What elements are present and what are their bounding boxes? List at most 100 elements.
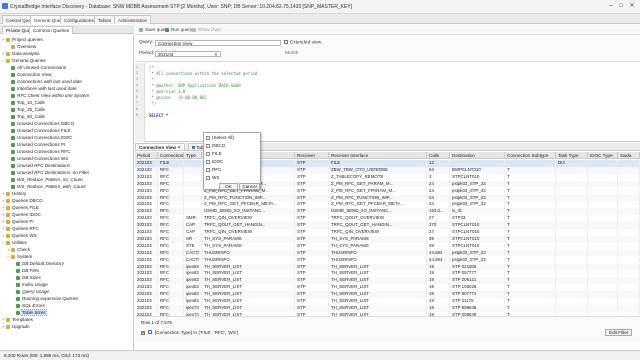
- tree-item[interactable]: All Unused Connections: [7, 65, 66, 72]
- query-field[interactable]: Connection View: [155, 40, 281, 46]
- table-row[interactable]: 202103 RFC USMD_SEND_IIO_INSTANC... STP USMD…: [135, 208, 640, 216]
- column-header[interactable]: Period: [135, 152, 158, 159]
- tree-item[interactable]: − Utilities: [2, 240, 27, 247]
- column-header[interactable]: Connection Type: [158, 152, 184, 159]
- tree-item[interactable]: WS_Reduce_Pattern_no_Count: [7, 177, 83, 184]
- maximize-icon[interactable]: □: [617, 3, 625, 10]
- save-query-button[interactable]: Save query: [139, 27, 168, 32]
- table-cell: [588, 215, 618, 222]
- tree-item[interactable]: Unused Connections WS: [7, 156, 68, 163]
- chevron-down-icon[interactable]: ▼: [214, 52, 218, 57]
- tree-item[interactable]: + Queries RFC: [2, 226, 39, 233]
- tree-item[interactable]: WS_Reduce_Pattern_with_Count: [7, 184, 86, 191]
- table-row[interactable]: 202103 RFC SR TH_SYS_PARAMS STP TH_SYS_PARAMS…: [135, 235, 640, 243]
- tree-item[interactable]: − System: [7, 254, 32, 261]
- tree-item[interactable]: Unused Connections IDOC: [7, 135, 72, 142]
- tree-item[interactable]: + Queries DBCO: [2, 198, 43, 205]
- tree-item[interactable]: Running expensive Queries: [12, 296, 78, 303]
- sql-editor[interactable]: 123456789 /* * All connections within th…: [135, 63, 640, 142]
- tree-item[interactable]: Unused RFC Destinations: [7, 163, 70, 170]
- tree-item[interactable]: DB Files: [12, 268, 39, 275]
- column-header[interactable]: Task Type: [556, 152, 588, 159]
- tree-item[interactable]: Connection View: [7, 72, 51, 79]
- filter-option[interactable]: DBCO: [206, 142, 225, 149]
- filter-option[interactable]: WS: [206, 174, 219, 181]
- tree-item[interactable]: Connections with last used date: [7, 79, 82, 86]
- tree-item[interactable]: + Data analysis: [2, 51, 40, 58]
- filter-option[interactable]: FILE: [206, 150, 222, 157]
- tab-connection-view[interactable]: Connection View ✕: [135, 143, 186, 151]
- tree-item[interactable]: Unused Connections DBCO: [7, 121, 74, 128]
- show-chart-button[interactable]: Show chart: [192, 27, 221, 32]
- tree-item[interactable]: Unused RFC Destinations: no Filter: [7, 170, 89, 177]
- filter-clear-icon[interactable]: ✕: [141, 331, 145, 335]
- tree-item[interactable]: Table Sizes: [12, 309, 47, 317]
- extended-view-checkbox[interactable]: Extended view: [284, 40, 321, 45]
- table-row[interactable]: 202103 RFC Z_PM_RFC_FUNCTION_IMP... STP Z_PM…: [135, 194, 640, 202]
- filter-ok-button[interactable]: OK: [219, 183, 238, 190]
- tree-item[interactable]: + Queries IDOC: [2, 212, 41, 219]
- filter-cancel-button[interactable]: Cancel: [239, 183, 260, 190]
- table-row[interactable]: 202103 RFC ipex82 TH_SERVER_LIST STP TH_SERVE…: [135, 270, 640, 278]
- period-select[interactable]: 202103: [155, 51, 221, 57]
- column-header[interactable]: Receiver Interface: [329, 152, 427, 159]
- table-row[interactable]: 202103 RFC ipex82 TH_SERVER_LIST STP TH_SERVE…: [135, 291, 640, 298]
- minimize-icon[interactable]: –: [607, 3, 615, 10]
- table-row[interactable]: 202103RFCipex70TH_SERVER_LISTSTPTH_SERVE…: [135, 304, 640, 312]
- tree-item[interactable]: + Project queries: [2, 37, 43, 44]
- tree-item[interactable]: Top_25_Calls: [7, 107, 45, 114]
- tree-item[interactable]: Top_50_Calls: [7, 114, 45, 121]
- filter-enabled-checkbox[interactable]: [148, 330, 152, 334]
- tree-item[interactable]: Unused Connections PI: [7, 142, 65, 149]
- tree-item[interactable]: Index Usage: [12, 282, 48, 289]
- table-row[interactable]: 202103 RFC Z_PM_RFC_GET_PFCBAR_META... STP Z…: [135, 201, 640, 209]
- tree-item[interactable]: Top_10_Calls: [7, 100, 45, 107]
- column-header[interactable]: Receiver: [295, 152, 329, 159]
- tree-item[interactable]: + Check: [7, 247, 30, 254]
- column-header[interactable]: Swda: [618, 152, 640, 159]
- tree-item[interactable]: DB Sizes: [12, 275, 41, 282]
- table-row[interactable]: 202103 RFC ipex82 TH_SERVER_LIST STP TH_SERVE…: [135, 298, 640, 305]
- table-row[interactable]: 202103 RFC ipex82 TH_SERVER_LIST STP TH_SERVE…: [135, 263, 640, 271]
- tree-item[interactable]: + Queries PI: [2, 219, 34, 226]
- tree-item[interactable]: Interfaces with last used date: [7, 86, 77, 93]
- run-query-button[interactable]: Run query: [165, 27, 192, 32]
- tree-item[interactable]: + History: [2, 191, 26, 198]
- table-row[interactable]: 202103 RFC ipex82 TH_SERVER_LIST STP TH_SERVE…: [135, 277, 640, 285]
- run-query-label: Run query: [171, 27, 193, 32]
- table-row[interactable]: 202103 RFC CACTI THUSRINFO STP THUSRINFO 44,58…: [135, 256, 640, 264]
- tree-item[interactable]: Overview: [7, 44, 36, 51]
- tree-item[interactable]: SQL Errors: [12, 303, 45, 310]
- edit-filter-button[interactable]: Edit Filter: [605, 329, 633, 336]
- column-header[interactable]: Connection Subtype: [505, 152, 556, 159]
- filter-option[interactable]: RFC: [206, 166, 221, 173]
- main-tab-tables[interactable]: Tables: [94, 15, 116, 24]
- filter-option[interactable]: IDOC: [206, 158, 223, 165]
- table-row[interactable]: 202103 RFC CACTI THUSRINFO STP THUSRINFO 44,58…: [135, 249, 640, 257]
- tree-item[interactable]: Unused Connections RFC: [7, 149, 70, 156]
- tree-item[interactable]: Unused Connections FILE: [7, 128, 71, 135]
- tree-item[interactable]: + Queries FILE: [2, 205, 39, 212]
- tree-item[interactable]: + Templates: [2, 317, 33, 324]
- column-header[interactable]: Calls: [427, 152, 450, 159]
- table-row[interactable]: 202103 RFC ipex82 TH_SERVER_LIST STP TH_SERVE…: [135, 284, 640, 291]
- column-header[interactable]: Destination: [450, 152, 505, 159]
- table-row[interactable]: 202103 RFC CAP TRFC_QOUT_GET_HANGIN... STP TR…: [135, 222, 640, 229]
- table-row[interactable]: 202103 RFC SMR TRFC_QIN_OVERVIEW STP TRFC_QOU…: [135, 215, 640, 222]
- tree-item[interactable]: − General Queries: [2, 58, 46, 65]
- main-tab-configurations[interactable]: Configurations: [60, 15, 98, 24]
- close-icon[interactable]: ✕: [177, 145, 181, 150]
- close-icon[interactable]: ✕: [628, 3, 636, 10]
- tree-item[interactable]: DB Default Directory: [12, 261, 64, 268]
- tree-item[interactable]: + Upgrade: [2, 324, 30, 331]
- table-row[interactable]: 202103 RFC CAP TRFC_QIN_OVERVIEW STP TRFC_QIN…: [135, 229, 640, 236]
- main-tab-administration[interactable]: Administration: [114, 15, 152, 24]
- tree-item[interactable]: RFC Client View within one System: [7, 93, 89, 100]
- tree-item[interactable]: Query Usage: [12, 289, 49, 296]
- filter-option[interactable]: (Select All): [206, 134, 234, 141]
- side-tab-common-queries[interactable]: Common Queries: [29, 26, 73, 34]
- column-header[interactable]: Type: [184, 152, 202, 159]
- tree-item[interactable]: + Queries WS: [2, 233, 37, 240]
- column-header[interactable]: IDOC Type: [588, 152, 618, 159]
- table-row[interactable]: 202103 RFC STE TH_SYS_PARAMS STP TH_SYS_PARAM…: [135, 242, 640, 250]
